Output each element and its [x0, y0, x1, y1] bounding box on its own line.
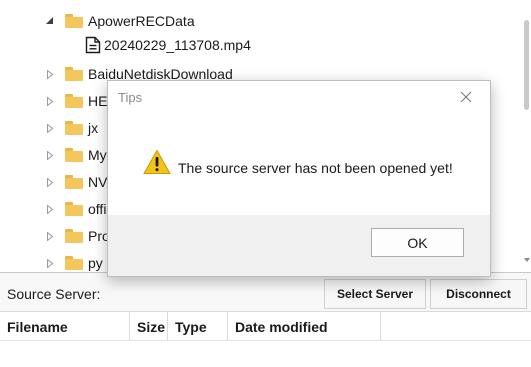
collapsed-arrow-icon[interactable]	[45, 257, 55, 269]
expanded-arrow-icon[interactable]	[45, 15, 55, 27]
column-header-size[interactable]: Size	[130, 312, 168, 341]
folder-icon	[65, 202, 83, 216]
scroll-down-arrow-icon[interactable]	[523, 256, 531, 264]
tree-item-pro[interactable]: Pro	[45, 224, 110, 248]
folder-icon	[65, 148, 83, 162]
close-icon[interactable]	[458, 89, 474, 105]
tips-dialog: Tips The source server has not been open…	[107, 80, 491, 277]
tree-item-apowerrecdata[interactable]: ApowerRECData	[46, 9, 195, 33]
file-list	[0, 341, 531, 367]
collapsed-arrow-icon[interactable]	[45, 122, 55, 134]
file-table-header: Filename Size Type Date modified	[0, 311, 531, 341]
collapsed-arrow-icon[interactable]	[45, 203, 55, 215]
column-header-date-modified[interactable]: Date modified	[228, 312, 381, 341]
tree-item-label: jx	[88, 120, 99, 136]
folder-icon	[65, 14, 83, 28]
tree-item-label: py	[88, 255, 103, 271]
file-icon	[85, 36, 101, 54]
folder-icon	[65, 175, 83, 189]
tree-item-myi[interactable]: MyI	[45, 143, 111, 167]
tree-item-py[interactable]: py	[45, 251, 103, 272]
tree-item-nvi[interactable]: NVI	[45, 170, 111, 194]
tree-item-jx[interactable]: jx	[45, 116, 98, 140]
tree-scrollbar[interactable]	[523, 0, 531, 272]
collapsed-arrow-icon[interactable]	[45, 149, 55, 161]
collapsed-arrow-icon[interactable]	[45, 230, 55, 242]
scrollbar-thumb[interactable]	[524, 20, 529, 110]
select-server-button[interactable]: Select Server	[324, 279, 426, 309]
tree-item-label: ApowerRECData	[88, 13, 195, 29]
folder-icon	[65, 121, 83, 135]
tree-item-label: 20240229_113708.mp4	[104, 37, 251, 53]
dialog-message: The source server has not been opened ye…	[178, 160, 453, 176]
folder-icon	[65, 94, 83, 108]
ok-button[interactable]: OK	[371, 228, 464, 257]
tree-item-mp4-file[interactable]: 20240229_113708.mp4	[85, 33, 251, 57]
dialog-footer: OK	[108, 215, 490, 276]
folder-icon	[65, 67, 83, 81]
collapsed-arrow-icon[interactable]	[45, 68, 55, 80]
disconnect-button[interactable]: Disconnect	[430, 279, 527, 309]
server-toolbar: Source Server: Select Server Disconnect	[0, 273, 531, 311]
column-header-filename[interactable]: Filename	[0, 312, 130, 341]
column-header-type[interactable]: Type	[168, 312, 228, 341]
folder-icon	[65, 256, 83, 270]
tree-item-offi[interactable]: offi	[45, 197, 106, 221]
folder-icon	[65, 229, 83, 243]
warning-icon	[143, 149, 171, 174]
collapsed-arrow-icon[interactable]	[45, 95, 55, 107]
dialog-title: Tips	[118, 90, 143, 105]
source-server-label: Source Server:	[7, 286, 101, 302]
collapsed-arrow-icon[interactable]	[45, 176, 55, 188]
tree-item-label: offi	[88, 201, 107, 217]
